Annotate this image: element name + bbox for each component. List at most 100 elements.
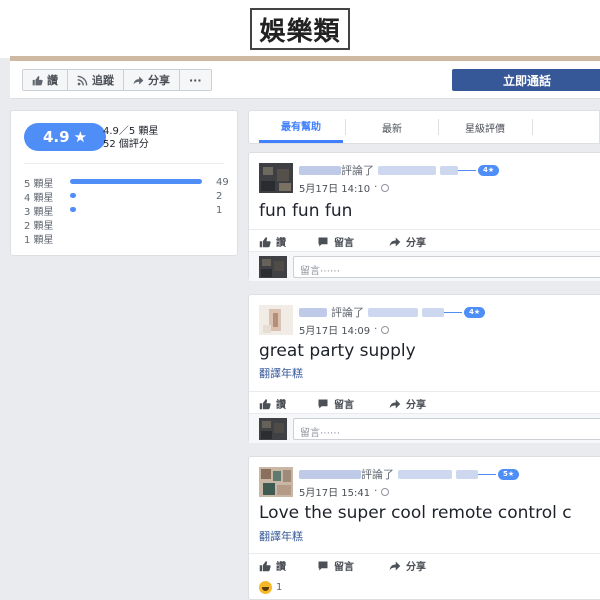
thumbs-up-icon — [259, 560, 271, 571]
comment-input[interactable]: 留言⋯⋯ — [293, 256, 600, 278]
distribution-label: 3 顆星 — [24, 206, 54, 218]
rating-distribution: 5 顆星 49 4 顆星 2 3 顆星 1 2 顆星 1 顆星 — [24, 175, 234, 246]
review-timestamp[interactable]: 5月17日 14:09 — [299, 322, 370, 337]
translate-link[interactable]: 翻譯年糕 — [259, 528, 303, 544]
distribution-row-1: 1 顆星 — [24, 231, 234, 246]
page-action-buttons: 讚 追蹤 分享 ··· — [22, 69, 212, 91]
share-review-button[interactable]: 分享 — [389, 234, 426, 249]
rating-connector — [478, 473, 496, 475]
thumbs-up-icon — [32, 75, 43, 85]
comment-review-button[interactable]: 留言 — [317, 396, 354, 411]
review-text: Love the super cool remote control c — [259, 503, 572, 523]
page-name-blurred — [440, 165, 458, 175]
follow-button[interactable]: 追蹤 — [67, 69, 124, 91]
distribution-label: 2 顆星 — [24, 220, 54, 232]
rating-connector — [444, 311, 462, 313]
reviewer-avatar — [259, 305, 293, 335]
page-name-blurred — [398, 469, 452, 479]
page-name-blurred — [422, 307, 444, 317]
call-now-button[interactable]: 立即通話 — [452, 69, 600, 91]
haha-emoji-icon — [259, 581, 272, 594]
distribution-count: 49 — [216, 176, 229, 188]
reviewer-name-blurred — [299, 307, 327, 317]
more-options-button[interactable]: ··· — [179, 69, 212, 91]
more-label: ··· — [189, 73, 202, 87]
reviewed-label: 評論了 — [331, 306, 364, 319]
rating-score: 4.9 — [42, 128, 70, 146]
review-author-line: 評論了 4★ — [299, 163, 500, 177]
reviewer-avatar — [259, 467, 293, 497]
review-card: 評論了 4★ 5月17日 14:09 · great party supply … — [248, 294, 600, 443]
comment-input[interactable]: 留言⋯⋯ — [293, 418, 600, 440]
dot-separator: · — [374, 182, 378, 193]
reviewer-avatar — [259, 163, 293, 193]
like-review-button[interactable]: 讚 — [259, 396, 286, 411]
review-timestamp[interactable]: 5月17日 15:41 — [299, 484, 370, 499]
share-page-button[interactable]: 分享 — [123, 69, 180, 91]
rating-connector — [458, 169, 476, 171]
tab-star-rating[interactable]: 星級評價 — [440, 111, 530, 143]
review-meta: 5月17日 15:41 · — [299, 484, 390, 499]
review-author-line: 評論了 5★ — [299, 467, 520, 481]
dot-separator: · — [374, 324, 378, 335]
commenter-avatar — [259, 256, 287, 278]
review-star-pill: 4★ — [478, 164, 500, 176]
review-text: great party supply — [259, 341, 416, 361]
share-label: 分享 — [406, 238, 426, 249]
review-meta: 5月17日 14:09 · — [299, 322, 390, 337]
like-page-button[interactable]: 讚 — [22, 69, 68, 91]
share-review-button[interactable]: 分享 — [389, 396, 426, 411]
follow-label: 追蹤 — [92, 74, 114, 87]
category-badge: 娛樂類 — [250, 8, 350, 50]
rating-score-pill: 4.9 ★ — [24, 123, 106, 151]
distribution-bar-track — [70, 193, 210, 199]
rating-out-of-five: 4.9／5 顆星 — [103, 126, 159, 137]
like-review-button[interactable]: 讚 — [259, 558, 286, 573]
distribution-row-2: 2 顆星 — [24, 217, 234, 232]
comment-review-button[interactable]: 留言 — [317, 234, 354, 249]
like-label: 讚 — [276, 562, 286, 573]
share-label: 分享 — [406, 562, 426, 573]
reaction-bar: 讚 留言 分享 — [249, 229, 600, 251]
distribution-bar-fill — [70, 207, 76, 212]
reviewed-label: 評論了 — [361, 468, 394, 481]
tab-divider — [345, 119, 346, 135]
like-label: 讚 — [276, 400, 286, 411]
commenter-avatar — [259, 418, 287, 440]
rating-count: 52 個評分 — [103, 139, 149, 150]
like-review-button[interactable]: 讚 — [259, 234, 286, 249]
distribution-bar-track — [70, 221, 210, 227]
review-text: fun fun fun — [259, 201, 353, 221]
share-arrow-icon — [389, 561, 401, 570]
globe-icon — [381, 183, 390, 192]
distribution-bar-track — [70, 235, 210, 241]
reaction-count: 1 — [276, 582, 283, 593]
tab-most-helpful[interactable]: 最有幫助 — [259, 111, 343, 143]
page-name-blurred — [368, 307, 418, 317]
comment-bubble-icon — [318, 237, 328, 246]
star-icon: ★ — [73, 128, 88, 146]
review-timestamp[interactable]: 5月17日 14:10 — [299, 180, 370, 195]
review-tabs: 最有幫助 最新 星級評價 — [248, 110, 600, 144]
tab-divider — [532, 119, 533, 135]
rating-summary-card: 4.9 ★ 4.9／5 顆星 52 個評分 5 顆星 49 4 顆星 2 3 顆… — [10, 110, 238, 256]
reaction-summary[interactable]: 1 — [259, 581, 282, 594]
reaction-bar: 讚 留言 分享 — [249, 391, 600, 413]
share-review-button[interactable]: 分享 — [389, 558, 426, 573]
like-label: 讚 — [276, 238, 286, 249]
comment-review-button[interactable]: 留言 — [317, 558, 354, 573]
tab-most-recent[interactable]: 最新 — [347, 111, 437, 143]
distribution-bar-fill — [70, 179, 202, 184]
globe-icon — [381, 325, 390, 334]
page-name-blurred — [456, 469, 478, 479]
thumbs-up-icon — [259, 398, 271, 409]
distribution-count: 2 — [216, 190, 223, 202]
review-card: 評論了 5★ 5月17日 15:41 · Love the super cool… — [248, 456, 600, 600]
share-arrow-icon — [389, 237, 401, 246]
distribution-row-3: 3 顆星 1 — [24, 203, 234, 218]
like-page-label: 讚 — [47, 74, 58, 87]
review-star-pill: 4★ — [464, 306, 486, 318]
translate-link[interactable]: 翻譯年糕 — [259, 365, 303, 381]
distribution-row-4: 4 顆星 2 — [24, 189, 234, 204]
comment-label: 留言 — [334, 238, 354, 249]
